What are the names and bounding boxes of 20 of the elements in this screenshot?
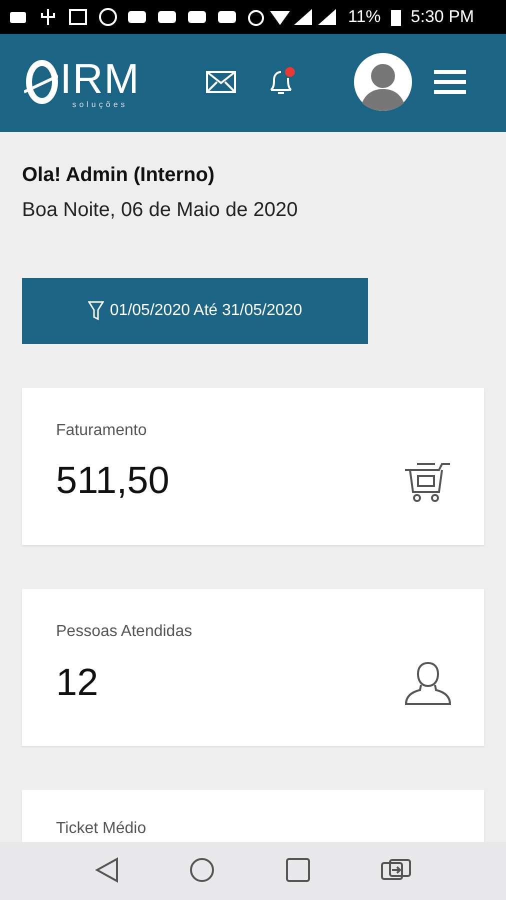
metric-label: Faturamento	[56, 422, 148, 440]
metric-label: Pessoas Atendidas	[56, 623, 194, 641]
greeting-date: Boa Noite, 06 de Maio de 2020	[22, 199, 299, 222]
cart-icon	[404, 462, 452, 502]
person-icon	[404, 661, 452, 705]
logo-tagline: soluções	[71, 100, 129, 108]
greeting-title: Ola! Admin (Interno)	[22, 164, 216, 187]
metric-value: 12	[56, 662, 98, 704]
back-icon[interactable]	[95, 856, 119, 886]
mail-icon[interactable]	[206, 70, 236, 96]
metric-value: 511,50	[56, 460, 170, 503]
battery-icon	[390, 8, 401, 26]
filter-icon	[88, 301, 104, 321]
logo-name: IRM	[60, 58, 140, 100]
date-filter-button[interactable]: 01/05/2020 Até 31/05/2020	[22, 278, 368, 344]
avatar-icon[interactable]	[354, 52, 412, 114]
metric-label: Ticket Médio	[56, 820, 148, 838]
logo-icon	[24, 60, 58, 106]
battery-percent: 11%	[348, 7, 381, 27]
clock: 5:30 PM	[410, 7, 474, 27]
